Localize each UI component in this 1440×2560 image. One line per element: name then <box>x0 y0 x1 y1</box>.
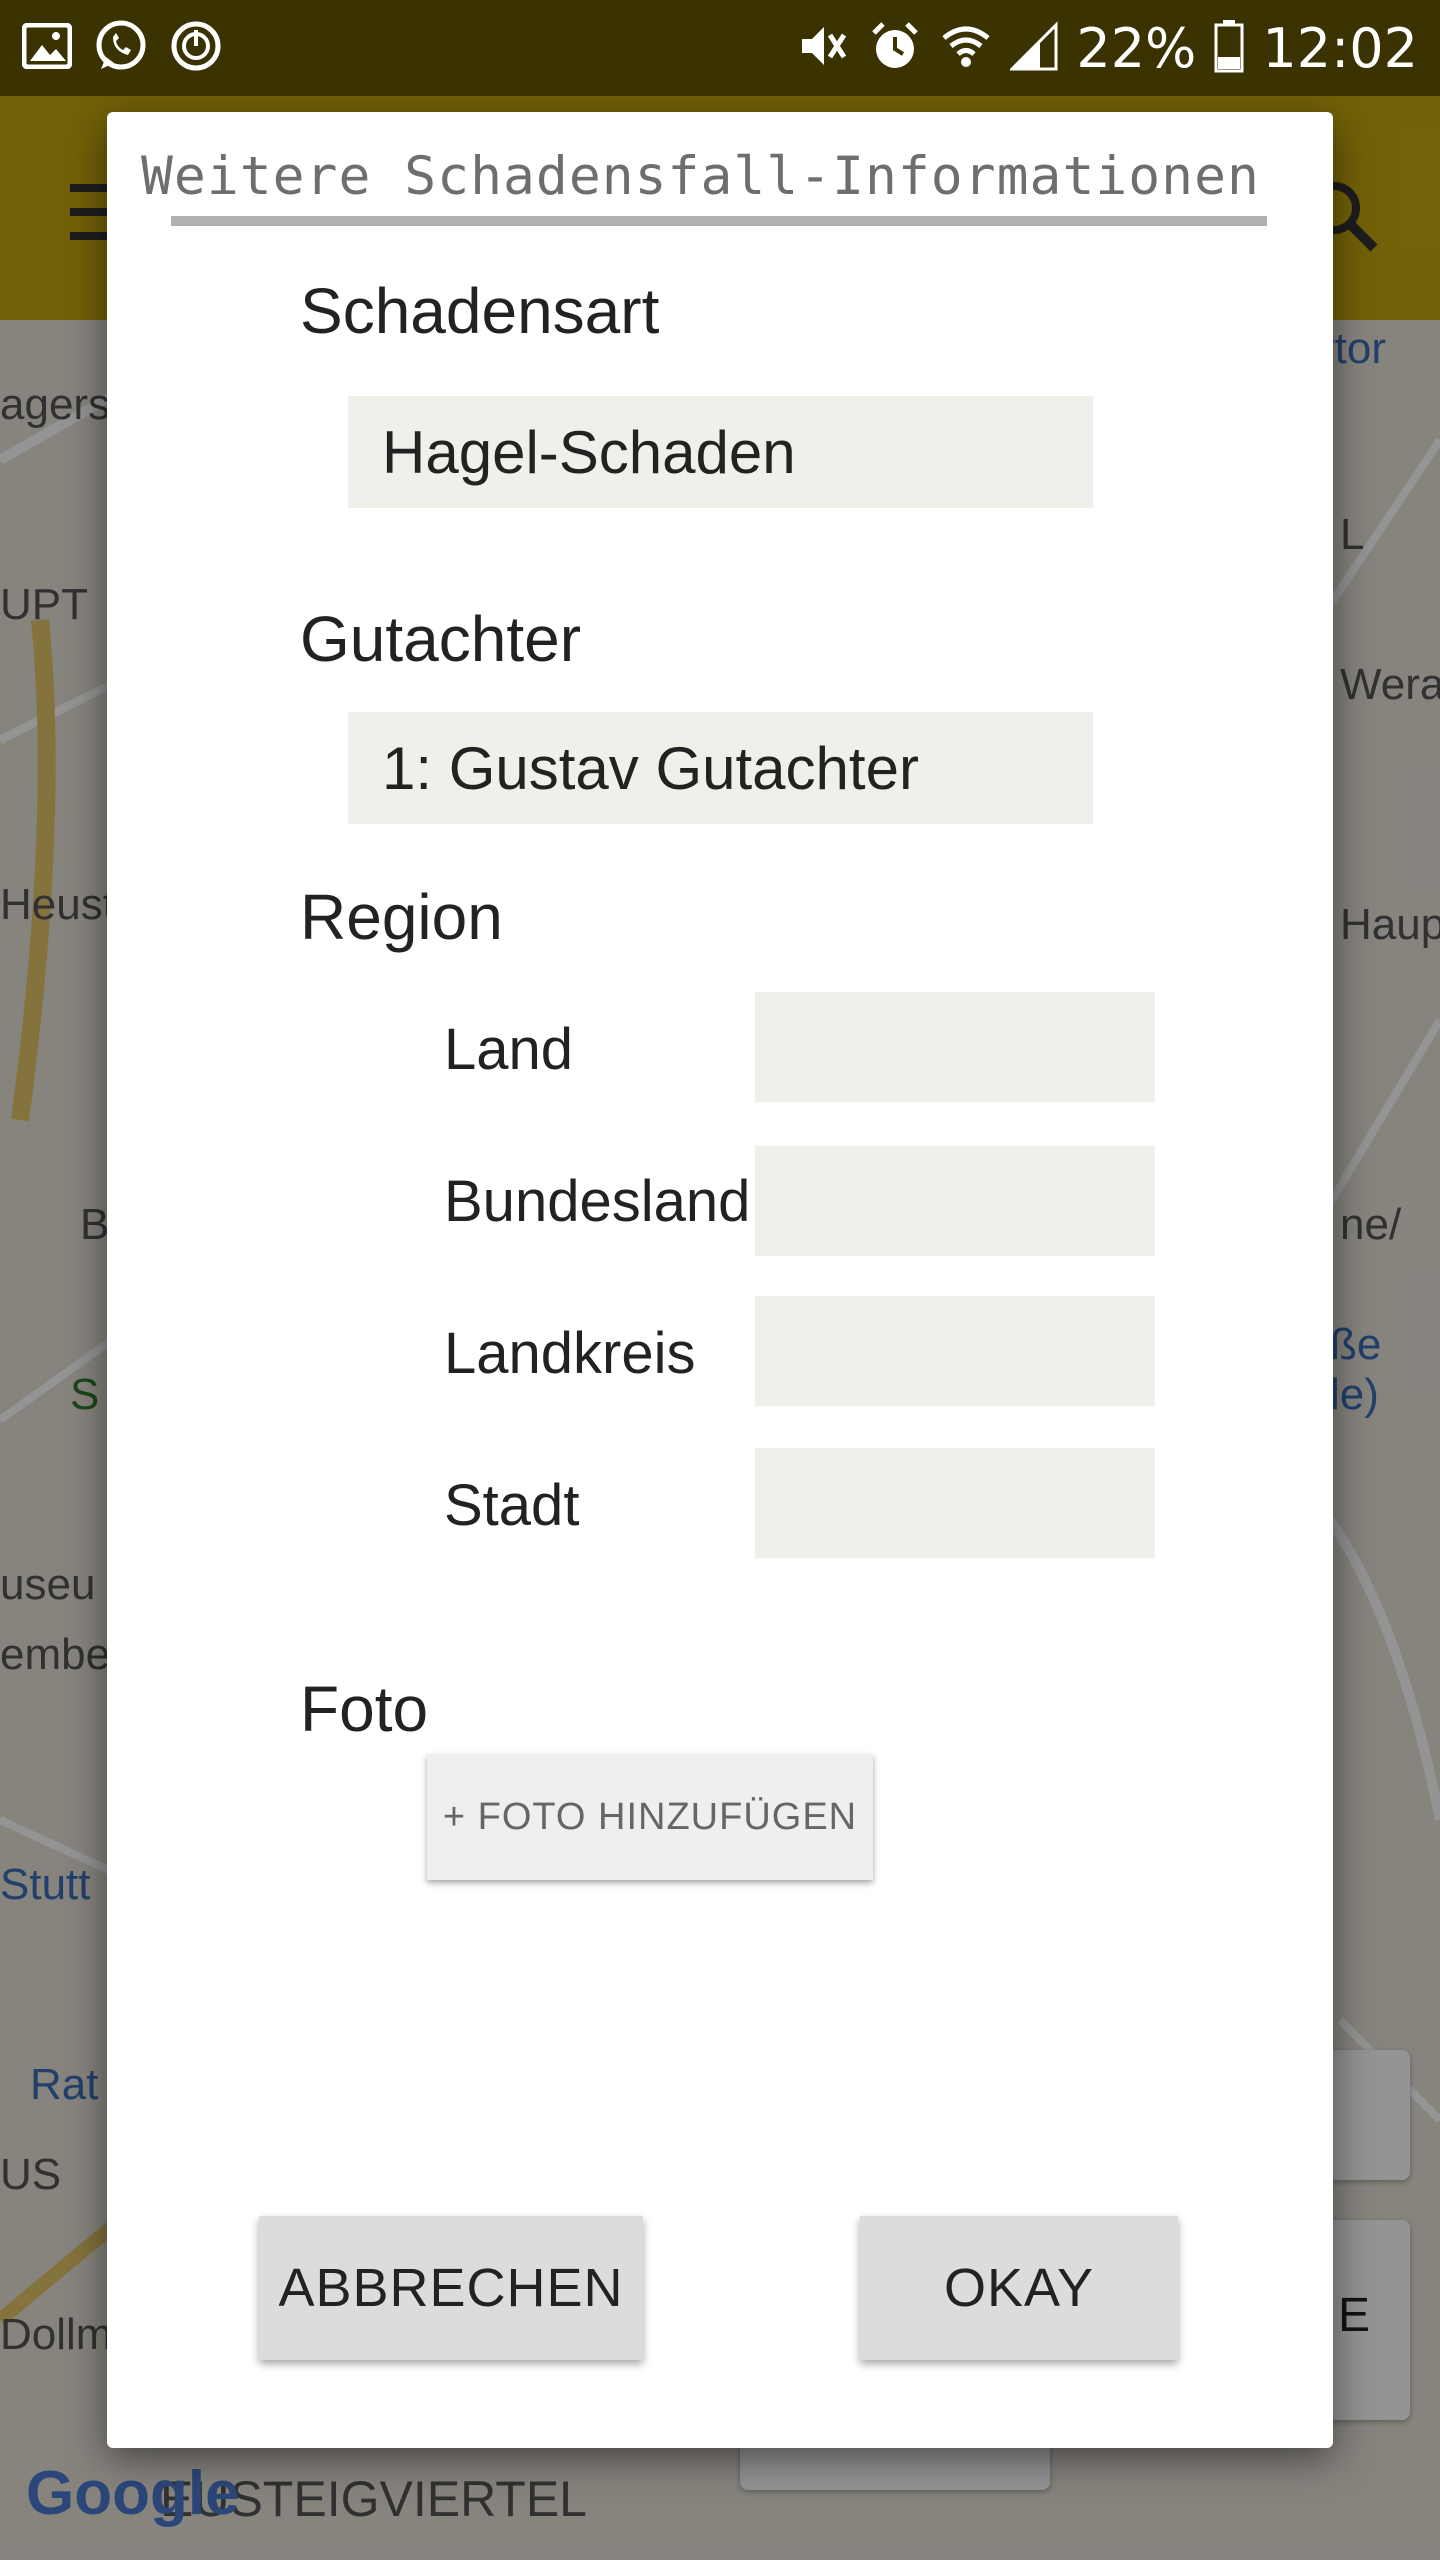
signal-icon <box>1008 20 1058 76</box>
gutachter-select[interactable]: 1: Gustav Gutachter <box>348 712 1093 824</box>
alarm-icon <box>868 19 922 78</box>
land-label: Land <box>444 1017 574 1082</box>
whatsapp-icon <box>94 19 148 78</box>
battery-percent: 22% <box>1076 16 1197 80</box>
clock: 12:02 <box>1262 16 1418 80</box>
bundesland-input[interactable] <box>755 1146 1155 1256</box>
dialog-title: Weitere Schadensfall-Informationen <box>141 146 1260 207</box>
landkreis-input[interactable] <box>755 1296 1155 1406</box>
cancel-button[interactable]: ABBRECHEN <box>259 2216 643 2360</box>
image-icon <box>21 22 73 74</box>
battery-icon <box>1214 19 1244 78</box>
foto-label: Foto <box>300 1673 429 1745</box>
gutachter-label: Gutachter <box>300 603 582 675</box>
okay-button[interactable]: OKAY <box>860 2216 1178 2360</box>
add-photo-button[interactable]: + FOTO HINZUFÜGEN <box>427 1754 873 1880</box>
wifi-icon <box>940 20 992 77</box>
schadensart-select[interactable]: Hagel-Schaden <box>348 396 1093 508</box>
stadt-input[interactable] <box>755 1448 1155 1558</box>
region-label: Region <box>300 881 503 953</box>
land-input[interactable] <box>755 992 1155 1102</box>
damage-info-dialog: Weitere Schadensfall-Informationen Schad… <box>107 112 1333 2448</box>
status-bar: 22% 12:02 <box>0 0 1440 96</box>
mute-icon <box>796 19 850 78</box>
schadensart-label: Schadensart <box>300 275 660 347</box>
power-icon <box>170 20 222 77</box>
stadt-label: Stadt <box>444 1473 580 1538</box>
landkreis-label: Landkreis <box>444 1321 696 1386</box>
bundesland-label: Bundesland <box>444 1169 751 1234</box>
title-divider <box>171 216 1267 226</box>
